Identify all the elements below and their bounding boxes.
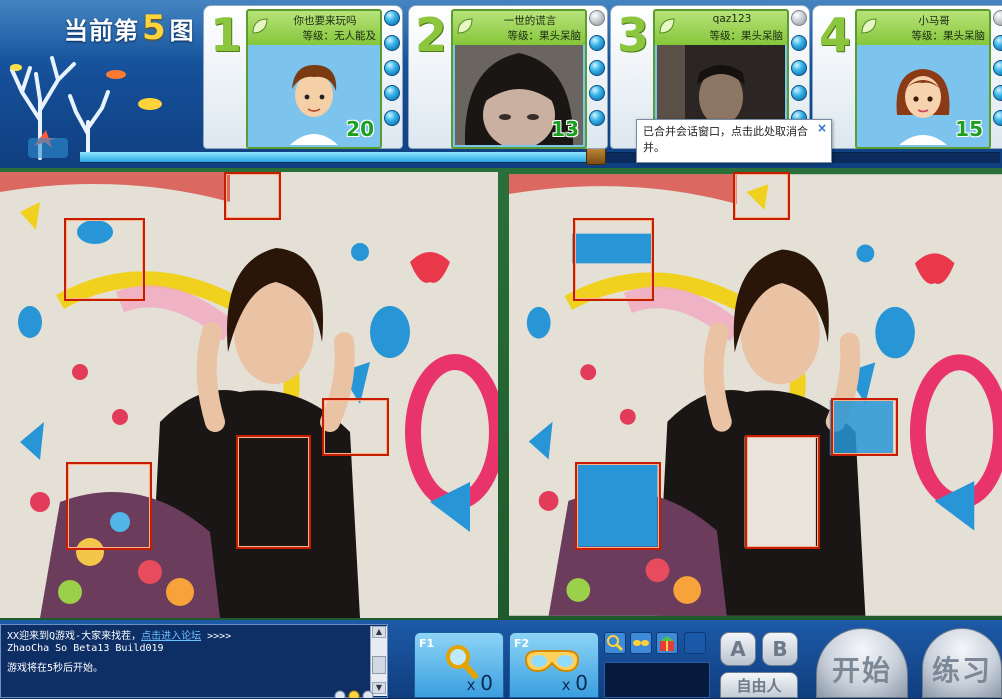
time-progress-fill bbox=[80, 152, 595, 162]
player-score: 15 bbox=[955, 117, 983, 141]
scroll-thumb[interactable] bbox=[372, 656, 386, 674]
emoticon-bar[interactable] bbox=[320, 688, 388, 698]
tool-hotkey: F1 bbox=[419, 637, 435, 650]
round-prefix: 当前第 bbox=[64, 16, 139, 45]
chat-log[interactable]: XX迎来到Q游戏-大家来找茬，点击进入论坛 >>>> ZhaoCha So Be… bbox=[0, 624, 388, 698]
difference-marker[interactable] bbox=[745, 435, 820, 549]
difference-marker[interactable] bbox=[224, 172, 281, 220]
orb-icon bbox=[384, 60, 400, 76]
player-orbs bbox=[587, 10, 605, 135]
leaf-icon bbox=[457, 18, 473, 34]
leaf-icon bbox=[659, 18, 675, 34]
player-orbs bbox=[382, 10, 400, 135]
forum-link[interactable]: 点击进入论坛 bbox=[141, 631, 201, 642]
orb-icon bbox=[791, 60, 807, 76]
player-level: 等级：果头呆脑 bbox=[911, 30, 986, 42]
chat-welcome-text: XX迎来到Q游戏-大家来找茬， bbox=[7, 631, 142, 642]
orb-icon bbox=[791, 35, 807, 51]
difference-marker[interactable] bbox=[64, 218, 145, 301]
player-orbs bbox=[991, 10, 1002, 135]
player-slot-1[interactable]: 1 你也要来玩吗 等级：无人能及 20 bbox=[203, 5, 403, 149]
left-image[interactable] bbox=[0, 172, 498, 618]
difference-marker[interactable] bbox=[236, 435, 311, 549]
tool-count: x 0 bbox=[561, 671, 588, 695]
difference-marker[interactable] bbox=[733, 172, 790, 220]
orb-icon bbox=[384, 10, 400, 26]
orb-icon bbox=[791, 85, 807, 101]
player-score: 13 bbox=[551, 117, 579, 141]
round-indicator: 当前第 5 图 bbox=[64, 8, 204, 48]
time-progress-marker bbox=[586, 147, 606, 165]
orb-icon bbox=[384, 110, 400, 126]
player-level: 等级：果头呆脑 bbox=[709, 30, 784, 42]
chat-scrollbar[interactable]: ▲ ▼ bbox=[370, 626, 387, 696]
difference-marker[interactable] bbox=[575, 462, 661, 550]
coral-decoration bbox=[10, 56, 110, 160]
tooltip-close-button[interactable]: × bbox=[815, 121, 829, 135]
scroll-up-icon[interactable]: ▲ bbox=[372, 626, 386, 638]
orb-icon bbox=[993, 110, 1002, 126]
chat-line: XX迎来到Q游戏-大家来找茬，点击进入论坛 >>>> bbox=[7, 627, 367, 642]
item-info-panel bbox=[604, 662, 710, 698]
player-level: 等级：无人能及 bbox=[302, 30, 377, 42]
orb-icon bbox=[589, 110, 605, 126]
tooltip-text[interactable]: 已合并会话窗口，点击此处取消合并。 bbox=[643, 125, 808, 154]
player-name: qaz123 bbox=[712, 13, 752, 25]
round-number: 5 bbox=[142, 8, 167, 48]
orb-icon bbox=[384, 85, 400, 101]
orb-icon bbox=[589, 10, 605, 26]
difference-marker[interactable] bbox=[66, 462, 152, 550]
orb-icon bbox=[589, 60, 605, 76]
fish-icon bbox=[138, 98, 162, 110]
chat-line: 游戏将在5秒后开始。 bbox=[7, 663, 104, 674]
right-image[interactable] bbox=[509, 172, 1002, 618]
fish-icon bbox=[106, 70, 126, 79]
player-level: 等级：果头呆脑 bbox=[507, 30, 582, 42]
player-slot-number: 1 bbox=[209, 8, 242, 62]
player-name: 一世的谎言 bbox=[503, 15, 557, 27]
player-card[interactable]: 你也要来玩吗 等级：无人能及 20 bbox=[246, 9, 382, 149]
orb-icon bbox=[993, 35, 1002, 51]
team-b-button[interactable]: B bbox=[762, 632, 798, 666]
player-score: 20 bbox=[346, 117, 374, 141]
player-card[interactable]: 一世的谎言 等级：果头呆脑 13 bbox=[451, 9, 587, 149]
player-name: 小马哥 bbox=[918, 15, 950, 27]
merge-chat-tooltip[interactable]: 已合并会话窗口，点击此处取消合并。 bbox=[636, 119, 832, 163]
fish-icon bbox=[10, 64, 22, 71]
leaf-icon bbox=[861, 18, 877, 34]
orb-icon bbox=[589, 85, 605, 101]
gift-icon[interactable] bbox=[656, 632, 678, 654]
free-player-button[interactable]: 自由人 bbox=[720, 672, 798, 698]
orb-icon bbox=[993, 10, 1002, 26]
orb-icon bbox=[384, 35, 400, 51]
round-suffix: 图 bbox=[169, 16, 195, 45]
mini-goggles-icon[interactable] bbox=[630, 632, 652, 654]
orb-icon bbox=[791, 10, 807, 26]
team-a-button[interactable]: A bbox=[720, 632, 756, 666]
difference-marker[interactable] bbox=[831, 398, 898, 456]
goggles-tool[interactable]: F2 x 0 bbox=[509, 632, 599, 698]
mini-magnifier-icon[interactable] bbox=[604, 632, 626, 654]
chat-arrow-text: >>>> bbox=[207, 631, 232, 642]
player-slot-4[interactable]: 4 小马哥 等级：果头呆脑 15 bbox=[812, 5, 1002, 149]
magnifier-tool[interactable]: F1 x 0 bbox=[414, 632, 504, 698]
difference-marker[interactable] bbox=[322, 398, 389, 456]
player-name: 你也要来玩吗 bbox=[293, 15, 357, 27]
player-slot-number: 3 bbox=[616, 8, 649, 62]
player-slot-2[interactable]: 2 一世的谎言 等级：果头呆脑 13 bbox=[408, 5, 608, 149]
player-slot-number: 2 bbox=[414, 8, 447, 62]
practice-button[interactable]: 练习 bbox=[922, 628, 1002, 698]
player-orbs bbox=[789, 10, 807, 135]
difference-marker[interactable] bbox=[573, 218, 654, 301]
empty-item-slot[interactable] bbox=[684, 632, 706, 654]
chat-line: ZhaoCha So Beta13 Build019 bbox=[7, 643, 164, 654]
tool-count: x 0 bbox=[466, 671, 493, 695]
player-card[interactable]: 小马哥 等级：果头呆脑 15 bbox=[855, 9, 991, 149]
orb-icon bbox=[993, 85, 1002, 101]
player-slot-number: 4 bbox=[818, 8, 851, 62]
orb-icon bbox=[589, 35, 605, 51]
orb-icon bbox=[993, 60, 1002, 76]
leaf-icon bbox=[252, 18, 268, 34]
